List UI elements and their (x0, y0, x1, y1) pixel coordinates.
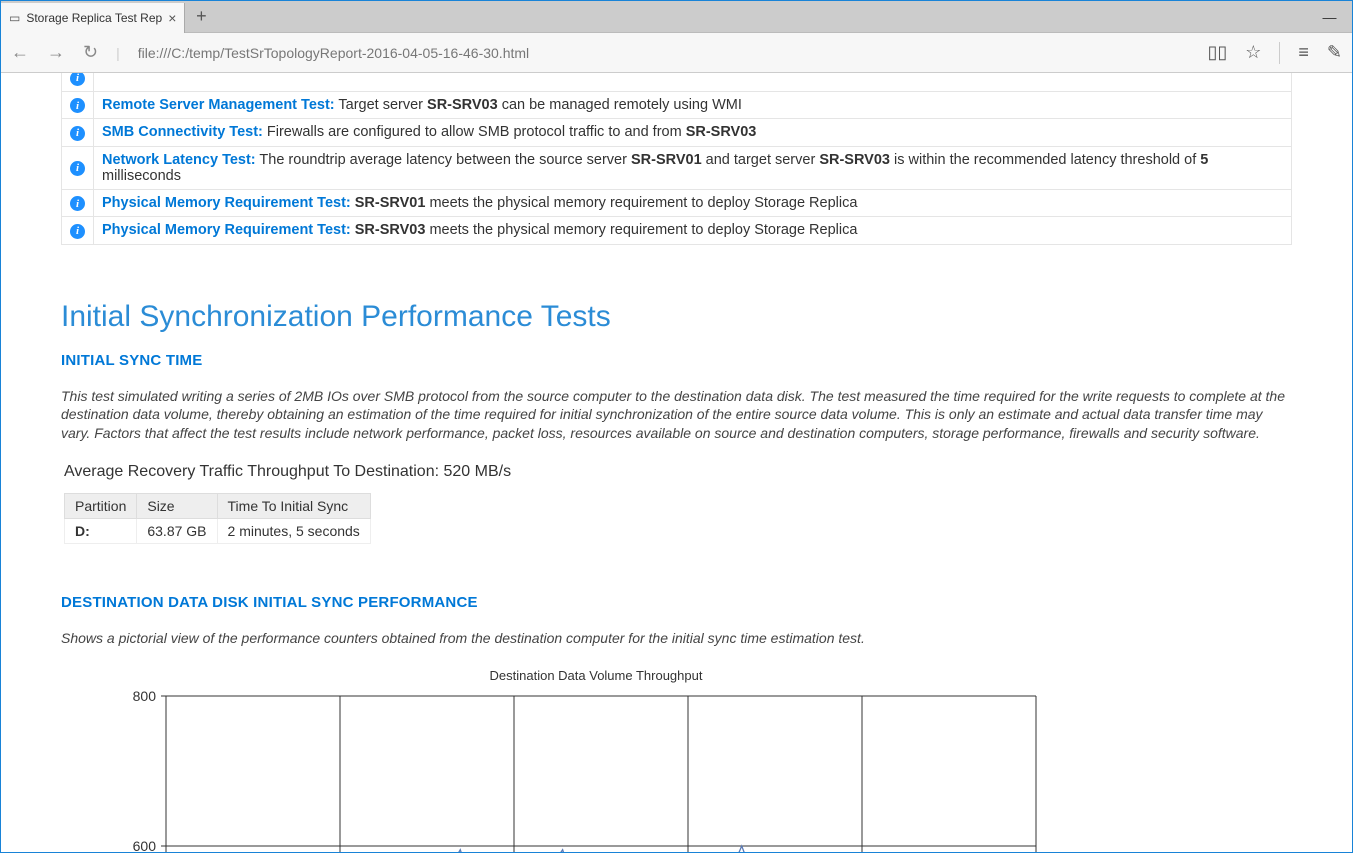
close-tab-icon[interactable]: × (168, 10, 176, 26)
throughput-chart: 800 600 (61, 691, 1121, 852)
page-content: iiRemote Server Management Test: Target … (1, 73, 1352, 852)
section-description: This test simulated writing a series of … (61, 387, 1292, 444)
refresh-button[interactable]: ↻ (83, 42, 98, 63)
test-name: SMB Connectivity Test: (102, 124, 263, 140)
tab-title: Storage Replica Test Rep (26, 11, 162, 25)
browser-tab[interactable]: ▭ Storage Replica Test Rep × (1, 3, 185, 33)
info-icon: i (70, 98, 85, 113)
col-time: Time To Initial Sync (217, 494, 370, 519)
col-size: Size (137, 494, 217, 519)
divider (1279, 42, 1280, 64)
cell-size: 63.87 GB (137, 519, 217, 544)
separator: | (116, 45, 120, 61)
test-text: SMB Connectivity Test: Firewalls are con… (94, 119, 1292, 147)
section-heading: Initial Synchronization Performance Test… (61, 300, 1292, 334)
test-row: i Physical Memory Requirement Test: SR-SR… (62, 217, 1292, 245)
info-icon: i (70, 196, 85, 211)
svg-text:800: 800 (133, 691, 157, 704)
address-bar[interactable] (138, 45, 1190, 61)
info-icon: i (70, 73, 85, 86)
subsection-heading-2: DESTINATION DATA DISK INITIAL SYNC PERFO… (61, 594, 1292, 611)
test-name: Network Latency Test: (102, 152, 256, 168)
info-icon: i (70, 126, 85, 141)
cell-time: 2 minutes, 5 seconds (217, 519, 370, 544)
forward-button[interactable]: → (47, 42, 65, 63)
reading-view-icon[interactable]: ▯▯ (1207, 42, 1227, 63)
test-text: Remote Server Management Test: Target se… (94, 91, 1292, 119)
chart-container: Destination Data Volume Throughput 800 60… (61, 668, 1292, 852)
test-row: i Remote Server Management Test: Target s… (62, 91, 1292, 119)
subsection-heading: INITIAL SYNC TIME (61, 352, 1292, 369)
section-description-2: Shows a pictorial view of the performanc… (61, 629, 1292, 648)
throughput-label: Average Recovery Traffic Throughput To D… (64, 463, 1292, 481)
browser-toolbar: ← → ↻ | ▯▯ ☆ ≡ ✎ (1, 33, 1352, 73)
test-name: Physical Memory Requirement Test: (102, 222, 351, 238)
test-text: Physical Memory Requirement Test: SR-SRV… (94, 189, 1292, 217)
window-controls: — (1307, 1, 1352, 32)
window-titlebar: ▭ Storage Replica Test Rep × + — (1, 1, 1352, 33)
sync-table: Partition Size Time To Initial Sync D: 6… (64, 493, 371, 544)
page-icon: ▭ (9, 11, 20, 25)
hub-icon[interactable]: ≡ (1298, 42, 1309, 63)
info-icon: i (70, 161, 85, 176)
test-row: i Network Latency Test: The roundtrip ave… (62, 146, 1292, 189)
test-text: Physical Memory Requirement Test: SR-SRV… (94, 217, 1292, 245)
tests-table: iiRemote Server Management Test: Target … (61, 73, 1292, 245)
col-partition: Partition (65, 494, 137, 519)
test-row: i Physical Memory Requirement Test: SR-SR… (62, 189, 1292, 217)
test-name: Remote Server Management Test: (102, 97, 335, 113)
chart-title: Destination Data Volume Throughput (161, 668, 1031, 683)
info-icon: i (70, 224, 85, 239)
test-row: i SMB Connectivity Test: Firewalls are co… (62, 119, 1292, 147)
minimize-button[interactable]: — (1307, 1, 1352, 32)
cell-partition: D: (65, 519, 137, 544)
svg-text:600: 600 (133, 838, 157, 852)
test-text: Network Latency Test: The roundtrip aver… (94, 146, 1292, 189)
new-tab-button[interactable]: + (185, 1, 217, 32)
back-button[interactable]: ← (11, 42, 29, 63)
notes-icon[interactable]: ✎ (1327, 42, 1342, 63)
favorite-icon[interactable]: ☆ (1245, 42, 1261, 63)
test-name: Physical Memory Requirement Test: (102, 195, 351, 211)
